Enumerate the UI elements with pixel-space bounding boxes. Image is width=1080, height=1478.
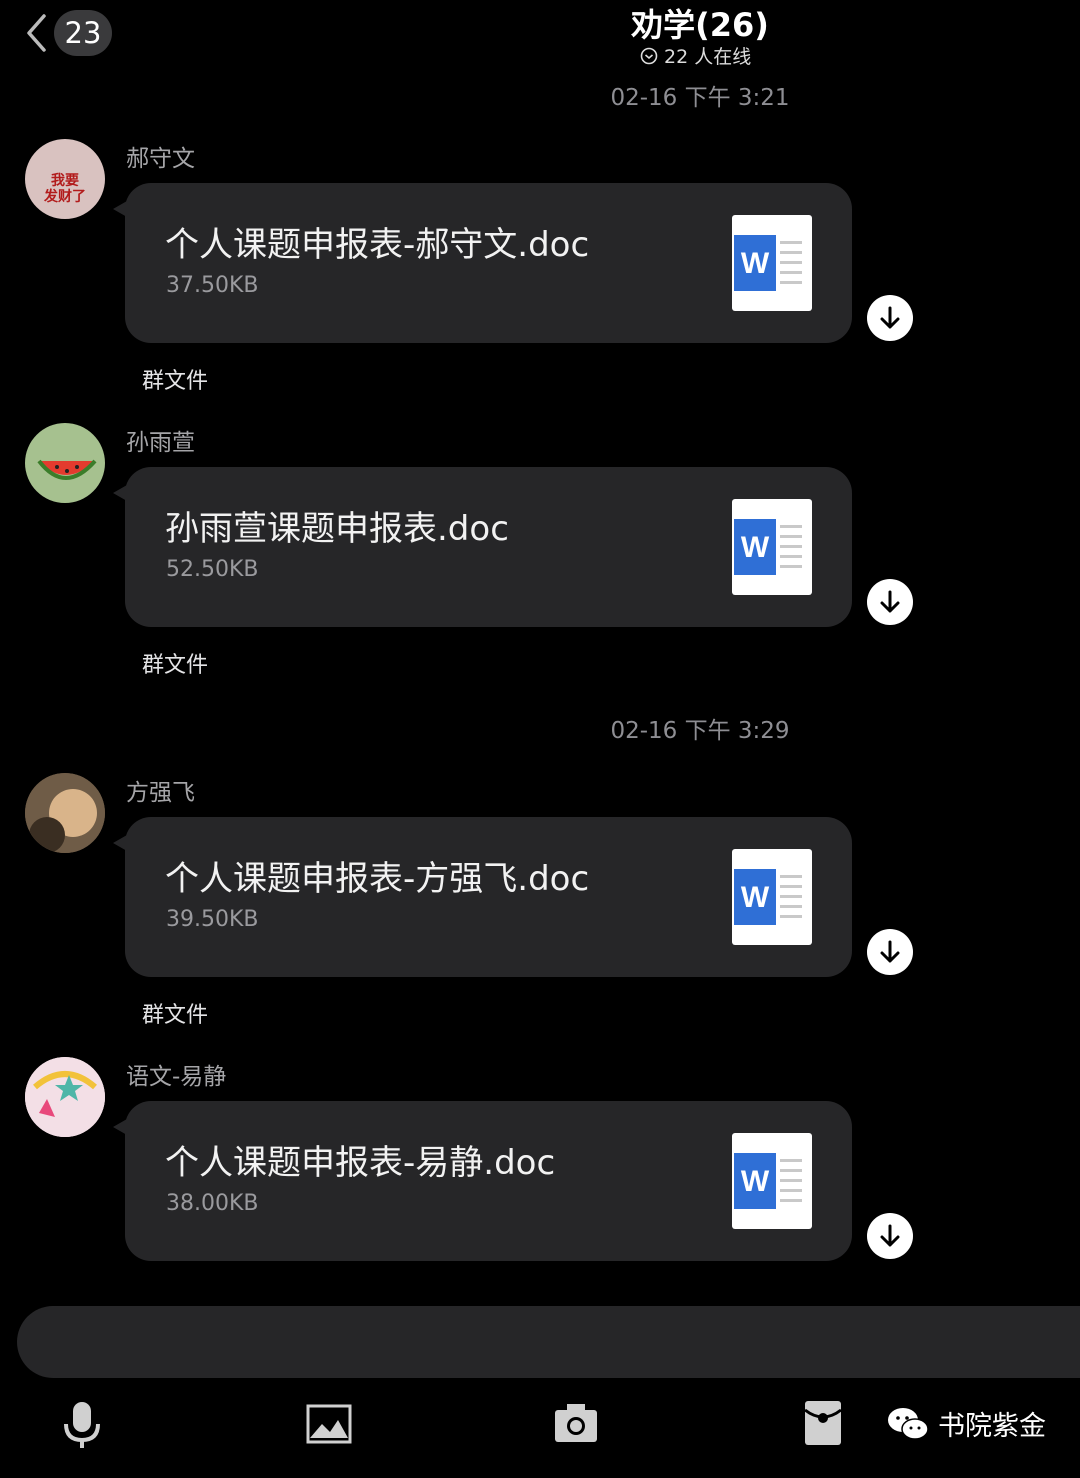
sender-name: 郝守文 <box>126 146 195 172</box>
word-file-icon: W <box>732 1133 812 1229</box>
online-count-label: 22 人在线 <box>664 46 752 68</box>
camera-button[interactable] <box>553 1402 599 1448</box>
file-bubble[interactable]: 个人课题申报表-郝守文.doc 37.50KB W <box>113 183 852 343</box>
avatar-caption: 发财了 <box>44 189 86 205</box>
file-bubble[interactable]: 孙雨萱课题申报表.doc 52.50KB W <box>113 467 852 627</box>
photo-button[interactable] <box>306 1404 352 1448</box>
avatar[interactable] <box>25 773 105 853</box>
group-file-tag[interactable]: 群文件 <box>142 363 208 395</box>
image-icon <box>306 1404 352 1444</box>
sender-name: 语文-易静 <box>126 1064 227 1090</box>
online-check-icon <box>640 47 658 64</box>
file-size: 37.50KB <box>166 273 259 298</box>
word-file-icon: W <box>732 499 812 595</box>
word-file-icon: W <box>732 215 812 311</box>
star-avatar-icon <box>25 1057 105 1137</box>
download-button[interactable] <box>867 579 913 625</box>
chat-title[interactable]: 劝学(26) <box>0 0 1080 46</box>
file-size: 38.00KB <box>166 1191 259 1216</box>
download-button[interactable] <box>867 295 913 341</box>
word-file-icon: W <box>732 849 812 945</box>
avatar[interactable] <box>25 1057 105 1137</box>
arrow-down-icon <box>880 306 900 329</box>
sender-name: 方强飞 <box>126 780 195 806</box>
message-input[interactable] <box>17 1306 1080 1378</box>
camera-icon <box>555 1404 597 1442</box>
download-button[interactable] <box>867 929 913 975</box>
online-status: 22 人在线 <box>640 42 751 69</box>
red-packet-icon <box>804 1401 842 1445</box>
arrow-down-icon <box>880 1224 900 1247</box>
arrow-down-icon <box>880 590 900 613</box>
sender-name: 孙雨萱 <box>126 430 195 456</box>
file-name: 个人课题申报表-易静.doc <box>165 1143 556 1183</box>
svg-text:W: W <box>741 531 770 564</box>
file-size: 39.50KB <box>166 907 259 932</box>
watermelon-icon <box>37 459 97 480</box>
svg-text:W: W <box>741 247 770 280</box>
group-file-tag[interactable]: 群文件 <box>142 997 208 1029</box>
file-bubble[interactable]: 个人课题申报表-方强飞.doc 39.50KB W <box>113 817 852 977</box>
file-bubble[interactable]: 个人课题申报表-易静.doc 38.00KB W <box>113 1101 852 1261</box>
timestamp: 02-16 下午 3:21 <box>610 85 790 111</box>
avatar[interactable]: 我要 发财了 <box>25 139 105 219</box>
watermark-text: 书院紫金 <box>938 1411 1046 1442</box>
avatar-caption: 我要 <box>51 173 79 189</box>
download-button[interactable] <box>867 1213 913 1259</box>
avatar-photo-icon <box>25 773 105 853</box>
file-name: 个人课题申报表-郝守文.doc <box>165 225 590 265</box>
arrow-down-icon <box>880 940 900 963</box>
avatar[interactable] <box>25 423 105 503</box>
microphone-icon <box>64 1402 100 1448</box>
timestamp: 02-16 下午 3:29 <box>610 718 790 744</box>
svg-text:W: W <box>741 1165 770 1198</box>
voice-button[interactable] <box>62 1398 102 1454</box>
file-name: 孙雨萱课题申报表.doc <box>165 509 509 549</box>
file-size: 52.50KB <box>166 557 259 582</box>
wechat-icon <box>888 1407 929 1440</box>
red-packet-button[interactable] <box>804 1400 842 1450</box>
watermark: 书院紫金 <box>886 1404 1046 1443</box>
file-name: 个人课题申报表-方强飞.doc <box>165 859 590 899</box>
group-file-tag[interactable]: 群文件 <box>142 647 208 679</box>
svg-text:W: W <box>741 881 770 914</box>
